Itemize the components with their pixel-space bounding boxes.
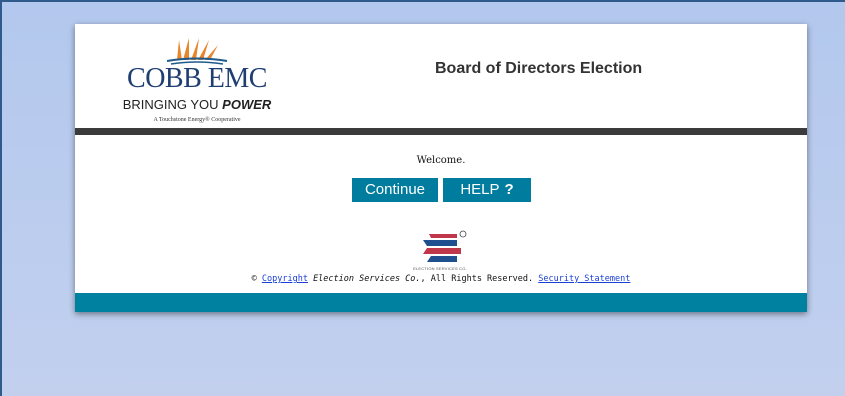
tagline-prefix: BRINGING YOU <box>122 97 223 112</box>
continue-button[interactable]: Continue <box>352 178 438 202</box>
page-title: Board of Directors Election <box>435 60 643 77</box>
tagline-power: POWER <box>222 97 272 112</box>
footer-bar <box>75 293 807 312</box>
cobb-emc-logo: COBB EMC BRINGING YOU POWER A Touchstone… <box>119 30 275 126</box>
help-button[interactable]: HELP? <box>443 178 531 202</box>
header-divider <box>75 128 807 135</box>
sunrise-icon <box>166 38 228 65</box>
header: COBB EMC BRINGING YOU POWER A Touchstone… <box>75 24 807 128</box>
page: { "header": { "logo": { "word": "COBB EM… <box>0 0 845 396</box>
security-statement-link[interactable]: Security Statement <box>538 274 630 284</box>
rights-text: , All Rights Reserved. <box>420 274 534 284</box>
logo-wordmark: COBB EMC <box>127 63 267 94</box>
copyright-symbol: © <box>251 274 257 284</box>
company-name: Election Services Co. <box>313 274 421 284</box>
election-services-name: ELECTION SERVICES CO. <box>413 266 467 271</box>
footer: © Copyright Election Services Co., All R… <box>75 274 807 284</box>
copyright-link[interactable]: Copyright <box>262 274 308 284</box>
welcome-text: Welcome. <box>416 155 466 166</box>
question-icon: ? <box>504 181 514 198</box>
help-label: HELP <box>460 181 500 198</box>
logo-tagline: BRINGING YOU POWER <box>119 98 275 112</box>
logo-subtitle: A Touchstone Energy® Cooperative <box>153 117 241 123</box>
election-card: COBB EMC BRINGING YOU POWER A Touchstone… <box>75 24 807 312</box>
